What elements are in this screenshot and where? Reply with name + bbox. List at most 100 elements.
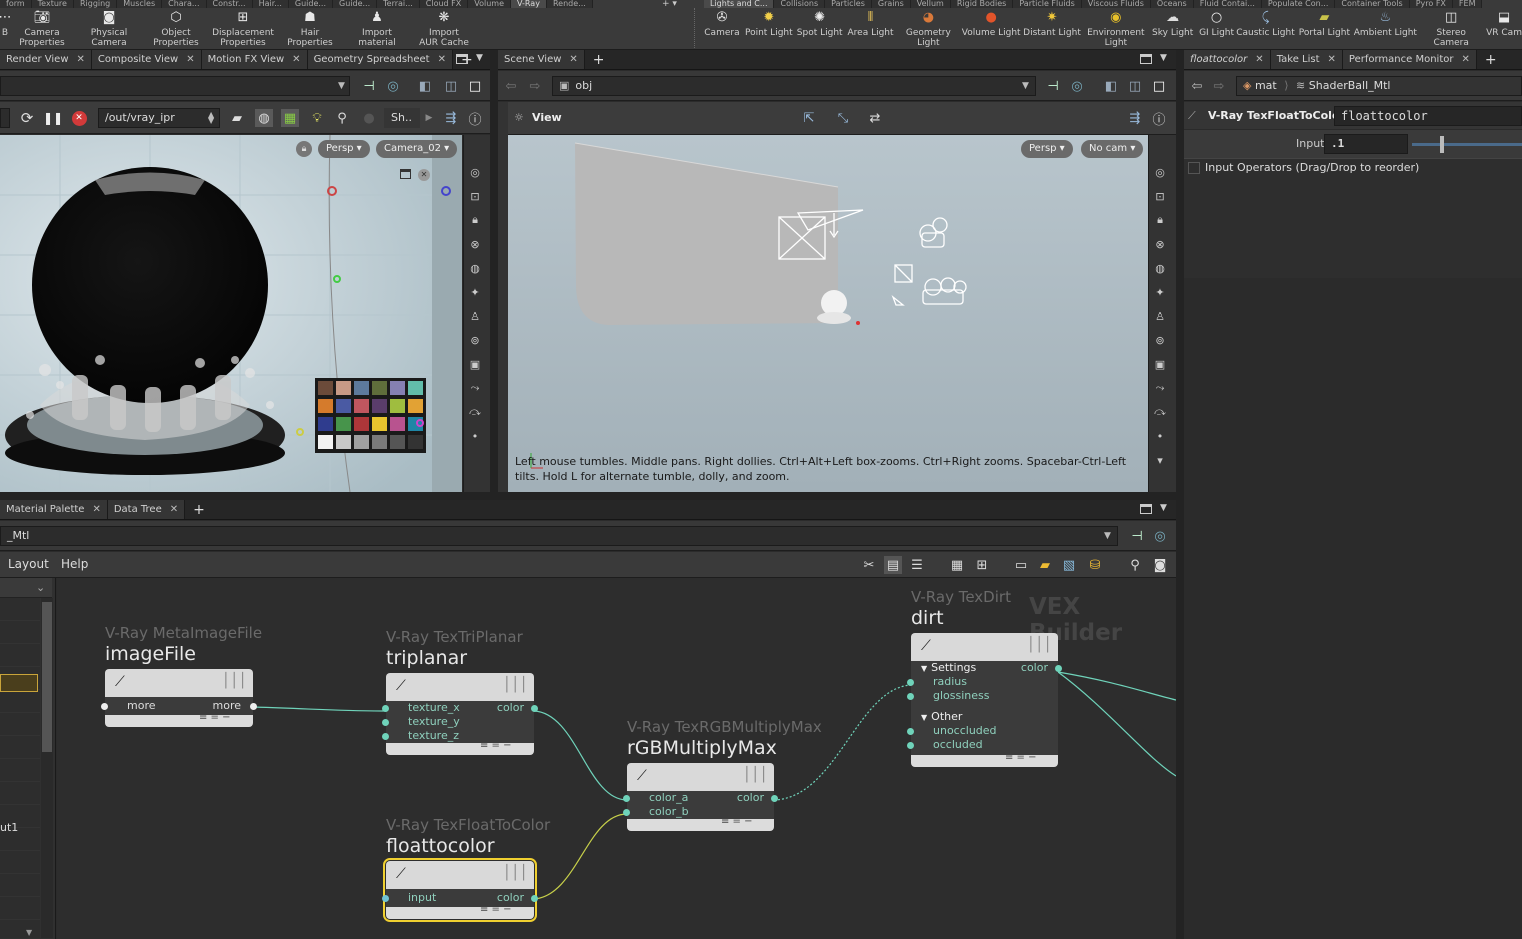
dot-icon[interactable]: • [1151,427,1169,445]
camera-properties-tool[interactable]: 📷︎ Camera Properties [10,10,74,48]
node-dirt[interactable]: V-Ray TexDirt dirt ⟋ │││ ▼ Settings color r… [907,588,1062,767]
output-port-dot[interactable] [250,703,257,710]
search-icon[interactable]: ⚲ [1126,556,1144,574]
shelf-tab[interactable]: Container Tools [1335,0,1410,8]
refresh-icon[interactable]: ⟳ [18,109,36,127]
node-menu-icon[interactable]: ≡ = − [480,740,512,751]
tab-floattocolor[interactable]: floattocolor ✕ [1184,50,1271,69]
shelf-tab[interactable]: Collisions [774,0,826,8]
close-icon[interactable]: ✕ [438,54,446,65]
pin-icon[interactable]: ⊣ [1128,527,1146,545]
chevron-down-icon[interactable]: ▾ [1151,451,1169,469]
select-icon[interactable]: ⤡ [834,109,852,127]
node-name-field[interactable]: floattocolor [1334,106,1522,126]
tab-scene-view[interactable]: Scene View ✕ [498,50,585,69]
section-settings[interactable]: ▼ Settings color [911,661,1062,675]
shelf-tab[interactable]: Particles [825,0,872,8]
close-icon[interactable]: ✕ [77,54,85,65]
port-dot[interactable] [623,795,630,802]
render-canvas[interactable]: 🔒︎ Persp ▾ Camera_02 ▾ ✕ [0,135,462,492]
chevron-down-icon[interactable]: ▼ [1022,81,1029,91]
guide-icon[interactable]: ⤳ [466,379,484,397]
node-rgbmultiplymax[interactable]: V-Ray TexRGBMultiplyMax rGBMultiplyMax ⟋… [623,718,822,831]
sky-light-tool[interactable]: ☁ Sky Light [1149,10,1197,48]
volume-light-tool[interactable]: ● Volume Light [961,10,1021,48]
shading-icon[interactable]: ◍ [466,259,484,277]
cube-icon[interactable]: ◧ [416,77,434,95]
shelf-tab[interactable]: Rende... [546,0,593,8]
zoom-icon[interactable]: ⚲ [333,109,351,127]
scene-path-field[interactable]: ▣ obj [552,76,1036,96]
input-port-texture-z[interactable]: texture_z [382,729,534,743]
lock-icon[interactable]: 🔒︎ [296,141,312,157]
point-light-tool[interactable]: ✹ Point Light [744,10,794,48]
sh-dropdown[interactable]: Sh.. [384,108,420,128]
chevron-down-icon[interactable]: ▼ [26,928,32,937]
lock-icon[interactable]: 🔒︎ [1151,211,1169,229]
slider-handle[interactable] [1440,136,1444,153]
close-icon[interactable]: ✕ [569,54,577,65]
shelf-tab[interactable]: Rigging [73,0,118,8]
ghost-icon[interactable]: ⊗ [466,235,484,253]
window-icon[interactable]: □ [466,77,484,95]
shelf-tab[interactable]: Guide... [333,0,378,8]
physical-camera-tool[interactable]: ◙ Physical Camera [74,10,144,48]
view-menu-icon[interactable]: ☼ [514,111,524,124]
node-header[interactable]: ⟋ │││ [105,669,253,697]
tree-icon[interactable]: ⊞ [973,556,991,574]
node-selected-frame[interactable]: ⟋ │││ input color ≡ = − [382,858,538,922]
persp-button[interactable]: Persp ▾ [1021,140,1073,158]
port-dot[interactable] [382,719,389,726]
input-port-color-a[interactable]: color_a color [623,791,778,805]
shelf-tab[interactable]: Lights and C... [704,0,775,8]
close-icon[interactable]: ✕ [92,504,100,515]
shelf-tab[interactable]: Chara... [162,0,207,8]
grid-icon[interactable]: ▦ [948,556,966,574]
close-icon[interactable]: ✕ [170,504,178,515]
vr-camera-tool[interactable]: ⬓ VR Cam [1486,10,1522,48]
snap-icon[interactable]: ⊡ [1151,187,1169,205]
output-port-dot[interactable] [771,795,778,802]
object-properties-tool[interactable]: ⬡ Object Properties [144,10,208,48]
tab-take-list[interactable]: Take List ✕ [1270,50,1343,69]
region-icon[interactable]: ◍ [255,109,273,127]
node-flags-icon[interactable]: │││ [503,865,528,881]
play-icon[interactable]: ▶ [420,109,438,127]
aur-cache-tool[interactable]: ❋ Import AUR Cache [412,10,476,48]
shelf-tab[interactable]: Terrai... [377,0,420,8]
shelf-tab[interactable]: Fluid Contai... [1193,0,1262,8]
shelf-tab[interactable]: Particle Fluids [1013,0,1082,8]
shelf-tab[interactable]: Volume [468,0,512,8]
ambient-light-tool[interactable]: ♨ Ambient Light [1354,10,1417,48]
input-port-occluded[interactable]: occluded [907,738,1058,752]
node-triplanar[interactable]: V-Ray TexTriPlanar triplanar ⟋ │││ textur… [382,628,538,755]
view-label[interactable]: View [532,111,562,124]
color-grid-icon[interactable]: ▦ [281,109,299,127]
light-icon[interactable]: ✦ [466,283,484,301]
close-icon[interactable]: ✕ [1328,54,1336,65]
shelf-tab[interactable]: Guide... [288,0,334,8]
input-port-more[interactable]: more more [101,697,257,715]
rop-path-field[interactable]: /out/vray_ipr [98,108,220,128]
shelf-tab[interactable]: Pyro FX [1409,0,1453,8]
handle-icon[interactable]: ⤼ [1151,403,1169,421]
cubes-icon[interactable]: ◫ [442,77,460,95]
guide-icon[interactable]: ⤳ [1151,379,1169,397]
user-icon[interactable]: ♙ [1151,307,1169,325]
network-editor[interactable]: VEX Builder V-Ray MetaImageFile imageFil… [57,578,1176,939]
tab-render-view[interactable]: Render View ✕ [0,50,92,69]
visibility-icon[interactable]: ⊚ [466,331,484,349]
pane-splitter[interactable] [1176,50,1184,939]
port-dot[interactable] [382,705,389,712]
caustic-light-tool[interactable]: ⤹ Caustic Light [1236,10,1295,48]
pane-splitter[interactable] [490,50,498,495]
display-icon[interactable]: ▣ [466,355,484,373]
node-floattocolor[interactable]: V-Ray TexFloatToColor floattocolor ⟋ │││ … [382,816,550,922]
network-path-field[interactable]: _Mtl [0,526,1118,546]
tab-composite-view[interactable]: Composite View ✕ [91,50,202,69]
list-item-label[interactable]: ut1 [0,821,18,834]
flow-icon[interactable]: ⇶ [442,109,460,127]
input-slider[interactable] [1412,143,1522,146]
fragment-tool[interactable]: ⋯ B [0,10,12,48]
node-header[interactable]: ⟋ │││ [627,763,774,791]
